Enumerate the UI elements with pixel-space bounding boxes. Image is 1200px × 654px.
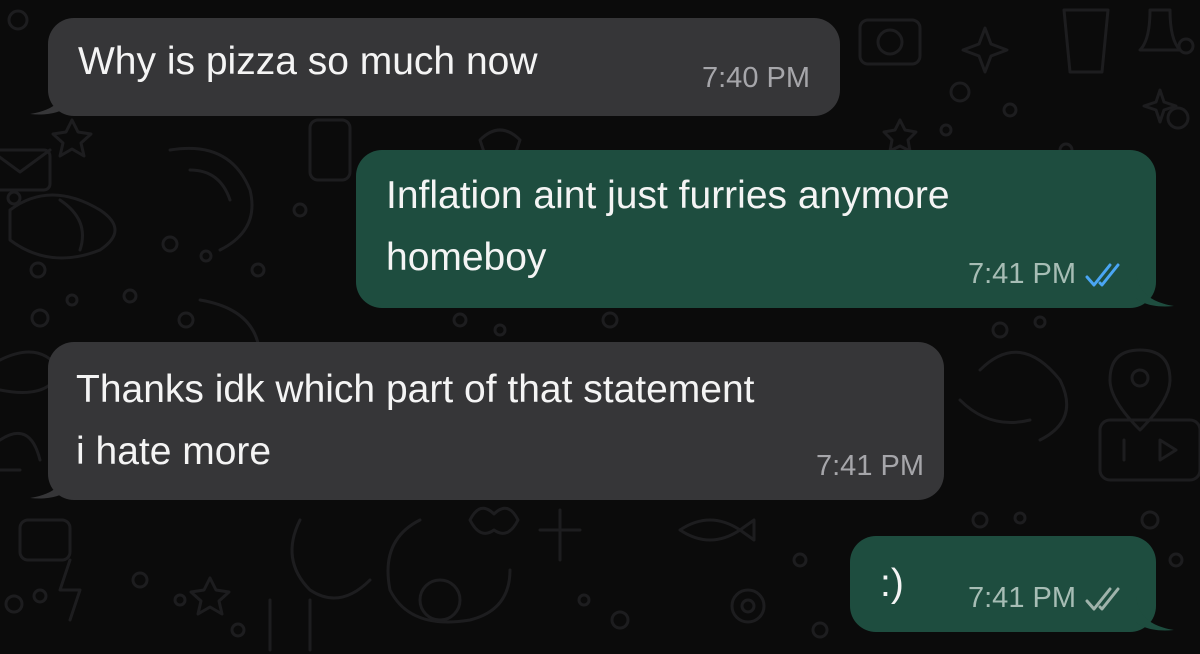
bubble-tail: [1136, 596, 1174, 631]
message-timestamp: 7:41 PM: [816, 450, 924, 482]
message-bubble-incoming[interactable]: Why is pizza so much now 7:40 PM: [30, 18, 840, 116]
message-meta: 7:40 PM: [702, 62, 810, 95]
message-text-line: Inflation aint just furries anymore: [386, 174, 950, 217]
bubble-tail: [30, 464, 68, 499]
message-timestamp: 7:41 PM: [968, 582, 1076, 614]
double-check-icon: [1085, 587, 1120, 610]
message-bubble-incoming[interactable]: Thanks idk which part of that statement …: [30, 342, 944, 500]
message-text-line: i hate more: [76, 430, 272, 473]
message-meta: 7:41 PM: [816, 450, 924, 483]
message-meta: 7:41 PM: [968, 258, 1128, 291]
message-timestamp: 7:41 PM: [968, 258, 1076, 290]
message-text: :): [880, 562, 904, 605]
message-text-line: homeboy: [386, 236, 547, 279]
message-bubble-outgoing[interactable]: Inflation aint just furries anymore home…: [356, 150, 1174, 308]
message-meta: 7:41 PM: [968, 582, 1128, 615]
double-check-icon: [1085, 263, 1120, 286]
message-text-line: Thanks idk which part of that statement: [76, 368, 755, 411]
bubble-tail: [1136, 272, 1174, 307]
chat-screen: Why is pizza so much now 7:40 PM Inflati…: [0, 0, 1200, 654]
bubble-tail: [30, 80, 68, 115]
message-bubble-outgoing[interactable]: :) 7:41 PM: [850, 536, 1174, 632]
message-text: Why is pizza so much now: [78, 40, 538, 83]
message-timestamp: 7:40 PM: [702, 62, 810, 94]
